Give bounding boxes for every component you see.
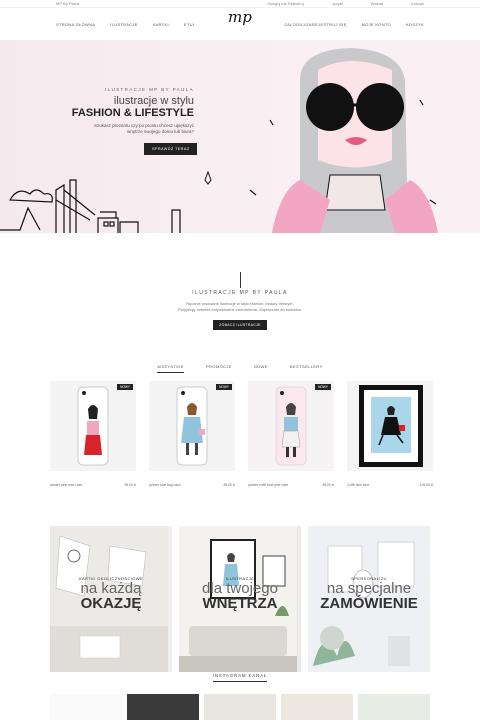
- instagram-feed: [50, 694, 430, 720]
- category-custom-orders[interactable]: SPERSONALIZU na specjalne ZAMÓWIENIE: [308, 526, 430, 672]
- framed-print-image: [359, 385, 423, 467]
- cart-link[interactable]: Koszyk: [411, 1, 424, 6]
- nav-account[interactable]: MOJE KONTO: [362, 22, 391, 27]
- intro-line-2: Przyjmuję również indywidualne zamówieni…: [177, 307, 303, 312]
- product-name[interactable]: Iphone pink rose case: [50, 483, 82, 487]
- tab-all[interactable]: WSZYSTKIE: [157, 364, 184, 373]
- language-link[interactable]: Języki: [332, 1, 343, 6]
- category-line-2: OKAZJĘ: [80, 595, 142, 612]
- category-label: SPERSONALIZU na specjalne ZAMÓWIENIE: [308, 576, 430, 611]
- top-links: Zaloguj lub Rejestruj Języki Waluta Kosz…: [267, 1, 424, 6]
- instagram-photo[interactable]: [204, 694, 276, 720]
- site-name: MP By Paula: [56, 1, 80, 6]
- product-meta: Iphone blue bag case 89,00 zł: [149, 483, 235, 487]
- new-badge: NOWY: [216, 384, 232, 390]
- product-meta: Iphone coffe time pink case 89,00 zł: [248, 483, 334, 487]
- category-label: KARTKI OKOLICZNOŚCIOWE na każdą OKAZJĘ: [50, 576, 172, 611]
- instagram-title[interactable]: INSTAGRAM KANAŁ: [212, 673, 268, 682]
- product-price: 129,00 zł: [419, 483, 433, 487]
- top-bar: MP By Paula Zaloguj lub Rejestruj Języki…: [0, 0, 480, 8]
- category-line-2: WNĘTRZA: [202, 595, 278, 612]
- see-illustrations-button[interactable]: ZOBACZ ILUSTRACJE: [213, 320, 267, 330]
- intro-description: Ręcznie rysowane ilustracje w stylu fash…: [0, 301, 480, 313]
- intro-divider: [239, 272, 241, 288]
- category-line-2: ZAMÓWIENIE: [320, 595, 418, 612]
- login-link[interactable]: Zaloguj lub Rejestruj: [267, 1, 303, 6]
- tab-new[interactable]: NOWE: [254, 364, 268, 373]
- product-meta: Iphone pink rose case 89,00 zł: [50, 483, 136, 487]
- instagram-heading: INSTAGRAM KANAŁ: [0, 673, 480, 682]
- product-image[interactable]: NOWY: [248, 381, 334, 471]
- category-banners: KARTKI OKOLICZNOŚCIOWE na każdą OKAZJĘ I…: [50, 526, 430, 672]
- product-price: 89,00 zł: [124, 483, 136, 487]
- nav-left: STRONA GŁÓWNA ILUSTRACJE KARTKI ETUI: [56, 22, 194, 27]
- phone-case-image: [176, 386, 208, 466]
- product-name[interactable]: Iphone coffe time pink case: [248, 483, 288, 487]
- hero-title: ilustracje w stylu: [113, 95, 194, 107]
- tab-bestsellers[interactable]: BESTSELLERY: [290, 364, 323, 373]
- new-badge: NOWY: [315, 384, 331, 390]
- product-price: 89,00 zł: [223, 483, 235, 487]
- intro-section: ILUSTRACJE MP BY PAULA Ręcznie rysowane …: [0, 272, 480, 331]
- nav-home[interactable]: STRONA GŁÓWNA: [56, 22, 95, 27]
- nav-right: ZALOGUJ/ZAREJESTRUJ SIĘ MOJE KONTO KOSZY…: [284, 22, 424, 27]
- hero-description: Szukasz prezentu czy po prostu chcesz up…: [93, 123, 194, 134]
- category-label: ILUSTRACJE dla twojego WNĘTRZA: [179, 576, 301, 611]
- phone-case-image: [77, 386, 109, 466]
- new-badge: NOWY: [117, 384, 133, 390]
- instagram-photo[interactable]: [50, 694, 122, 720]
- instagram-photo[interactable]: [127, 694, 199, 720]
- tab-promotions[interactable]: PROMOCJE: [206, 364, 232, 373]
- nav-cards[interactable]: KARTKI: [153, 22, 169, 27]
- category-illustrations[interactable]: ILUSTRACJE dla twojego WNĘTRZA: [179, 526, 301, 672]
- currency-link[interactable]: Waluta: [371, 1, 383, 6]
- phone-case-image: [275, 386, 307, 466]
- product-image[interactable]: NOWY: [50, 381, 136, 471]
- hero-illustration: [0, 48, 438, 233]
- category-line-1: dla twojego: [202, 580, 278, 597]
- product-card[interactable]: NOWY Iphone blue bag case 89,00 zł: [149, 381, 235, 487]
- instagram-photo[interactable]: [358, 694, 430, 720]
- hero-text: ILUSTRACJE MP BY PAULA ilustracje w styl…: [72, 87, 194, 135]
- nav-cases[interactable]: ETUI: [184, 22, 194, 27]
- product-grid: NOWY Iphone pink rose case 89,00 zł NOWY…: [50, 381, 433, 487]
- product-card[interactable]: Coffe time blue 129,00 zł: [347, 381, 433, 487]
- nav-illustrations[interactable]: ILUSTRACJE: [110, 22, 137, 27]
- product-card[interactable]: NOWY Iphone pink rose case 89,00 zł: [50, 381, 136, 487]
- hero-banner: ILUSTRACJE MP BY PAULA ilustracje w styl…: [0, 40, 480, 233]
- product-tabs: WSZYSTKIE PROMOCJE NOWE BESTSELLERY: [0, 364, 480, 373]
- logo[interactable]: mp: [228, 8, 252, 26]
- category-cards[interactable]: KARTKI OKOLICZNOŚCIOWE na każdą OKAZJĘ: [50, 526, 172, 672]
- product-price: 89,00 zł: [322, 483, 334, 487]
- product-name[interactable]: Iphone blue bag case: [149, 483, 181, 487]
- nav-cart[interactable]: KOSZYK: [406, 22, 424, 27]
- category-line-1: na specjalne: [326, 580, 412, 597]
- hero-subtitle: ILUSTRACJE MP BY PAULA: [104, 87, 194, 92]
- product-card[interactable]: NOWY Iphone coffe time pink case 89,00 z…: [248, 381, 334, 487]
- product-name[interactable]: Coffe time blue: [347, 483, 369, 487]
- nav-login[interactable]: ZALOGUJ/ZAREJESTRUJ SIĘ: [284, 22, 346, 27]
- intro-title: ILUSTRACJE MP BY PAULA: [192, 290, 288, 296]
- category-line-1: na każdą: [80, 580, 142, 597]
- product-image[interactable]: [347, 381, 433, 471]
- hero-title-bold: FASHION & LIFESTYLE: [71, 107, 194, 119]
- instagram-photo[interactable]: [281, 694, 353, 720]
- product-meta: Coffe time blue 129,00 zł: [347, 483, 433, 487]
- product-image[interactable]: NOWY: [149, 381, 235, 471]
- check-now-button[interactable]: SPRAWDŹ TERAZ: [144, 143, 198, 155]
